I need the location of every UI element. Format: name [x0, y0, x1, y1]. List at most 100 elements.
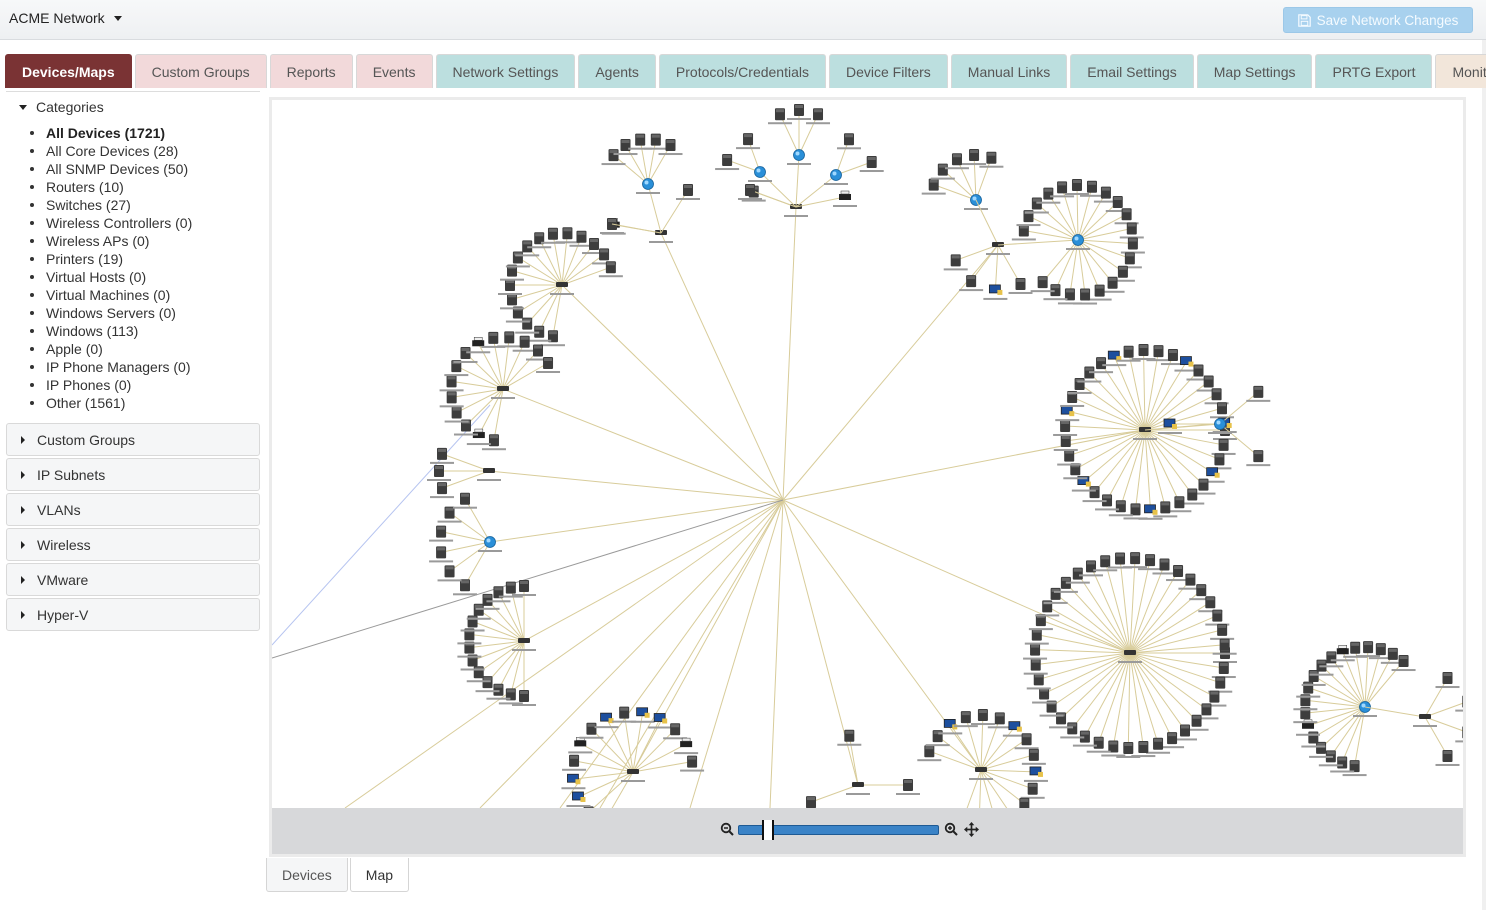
tab-monitors[interactable]: Monitors — [1435, 54, 1486, 88]
server-node-icon[interactable] — [467, 615, 478, 628]
server-node-icon[interactable] — [1027, 782, 1038, 795]
zoom-slider-handle[interactable] — [762, 820, 775, 840]
workstation-node-icon[interactable] — [1107, 350, 1122, 362]
tab-agents[interactable]: Agents — [578, 54, 656, 88]
server-node-icon[interactable] — [1191, 714, 1202, 727]
server-node-icon[interactable] — [806, 796, 817, 808]
category-item[interactable]: Apple (0) — [30, 340, 192, 358]
server-node-icon[interactable] — [1050, 587, 1061, 600]
server-node-icon[interactable] — [522, 317, 533, 330]
server-node-icon[interactable] — [1308, 731, 1319, 744]
server-node-icon[interactable] — [670, 723, 681, 736]
server-node-icon[interactable] — [434, 465, 444, 477]
server-node-icon[interactable] — [446, 375, 457, 388]
server-node-icon[interactable] — [1018, 224, 1029, 237]
server-node-icon[interactable] — [1159, 558, 1170, 571]
tab-device-filters[interactable]: Device Filters — [828, 54, 948, 88]
server-node-icon[interactable] — [437, 482, 448, 495]
panel-vmware[interactable]: VMware — [6, 563, 260, 596]
server-node-icon[interactable] — [937, 163, 948, 176]
pan-move-icon[interactable] — [964, 822, 979, 837]
server-node-icon[interactable] — [1043, 187, 1054, 200]
server-node-icon[interactable] — [451, 406, 462, 419]
category-item[interactable]: Virtual Hosts (0) — [30, 268, 192, 286]
server-node-icon[interactable] — [743, 133, 754, 146]
server-node-icon[interactable] — [1015, 277, 1026, 290]
server-node-icon[interactable] — [1198, 478, 1209, 491]
server-node-icon[interactable] — [1375, 643, 1386, 656]
server-node-icon[interactable] — [1219, 638, 1230, 651]
server-node-icon[interactable] — [562, 227, 573, 240]
server-node-icon[interactable] — [1201, 703, 1212, 716]
server-node-icon[interactable] — [1056, 712, 1067, 725]
server-node-icon[interactable] — [488, 331, 499, 344]
server-node-icon[interactable] — [969, 149, 980, 162]
server-node-icon[interactable] — [1096, 357, 1107, 370]
printer-node-icon[interactable] — [1302, 719, 1315, 729]
server-node-icon[interactable] — [1028, 748, 1039, 761]
tab-events[interactable]: Events — [355, 54, 433, 88]
server-node-icon[interactable] — [1021, 733, 1032, 746]
server-node-icon[interactable] — [547, 227, 558, 240]
server-node-icon[interactable] — [1442, 749, 1453, 762]
server-node-icon[interactable] — [605, 261, 616, 274]
server-node-icon[interactable] — [986, 151, 997, 164]
workstation-node-icon[interactable] — [1008, 721, 1022, 732]
server-node-icon[interactable] — [1115, 552, 1126, 565]
server-node-icon[interactable] — [1123, 741, 1134, 754]
panel-custom-groups[interactable]: Custom Groups — [6, 423, 260, 456]
server-node-icon[interactable] — [1218, 662, 1229, 675]
server-node-icon[interactable] — [1215, 676, 1226, 689]
server-node-icon[interactable] — [1117, 265, 1128, 278]
server-node-icon[interactable] — [505, 581, 516, 594]
server-node-icon[interactable] — [1080, 288, 1091, 301]
router-globe-icon[interactable] — [1214, 418, 1226, 430]
server-node-icon[interactable] — [444, 565, 455, 578]
server-node-icon[interactable] — [1187, 488, 1198, 501]
server-node-icon[interactable] — [1442, 672, 1453, 685]
category-item[interactable]: Wireless APs (0) — [30, 232, 192, 250]
server-node-icon[interactable] — [1094, 284, 1105, 297]
server-node-icon[interactable] — [1030, 643, 1041, 656]
server-node-icon[interactable] — [1107, 276, 1118, 289]
server-node-icon[interactable] — [1138, 741, 1149, 754]
switch-node-icon[interactable] — [627, 769, 639, 774]
panel-ip-subnets[interactable]: IP Subnets — [6, 458, 260, 491]
server-node-icon[interactable] — [504, 331, 515, 344]
server-node-icon[interactable] — [1112, 196, 1123, 209]
server-node-icon[interactable] — [1089, 486, 1100, 499]
switch-node-icon[interactable] — [518, 638, 530, 643]
server-node-icon[interactable] — [1067, 722, 1078, 735]
server-node-icon[interactable] — [493, 683, 504, 696]
server-node-icon[interactable] — [1121, 208, 1132, 221]
page-scrollbar[interactable] — [1482, 40, 1486, 910]
switch-node-icon[interactable] — [1419, 714, 1431, 719]
tab-devices-maps[interactable]: Devices/Maps — [5, 54, 132, 88]
server-node-icon[interactable] — [1100, 186, 1111, 199]
server-node-icon[interactable] — [1180, 724, 1191, 737]
categories-toggle[interactable]: Categories — [19, 99, 104, 115]
server-node-icon[interactable] — [1196, 584, 1207, 597]
server-node-icon[interactable] — [1253, 450, 1264, 463]
server-node-icon[interactable] — [683, 184, 693, 196]
workstation-node-icon[interactable] — [567, 773, 581, 785]
save-network-changes-button[interactable]: Save Network Changes — [1283, 7, 1473, 33]
workstation-node-icon[interactable] — [1060, 405, 1075, 417]
server-node-icon[interactable] — [1123, 345, 1134, 358]
server-node-icon[interactable] — [1349, 760, 1360, 773]
category-item[interactable]: All Core Devices (28) — [30, 142, 192, 160]
category-item[interactable]: Virtual Machines (0) — [30, 286, 192, 304]
server-node-icon[interactable] — [1074, 377, 1085, 390]
category-item[interactable]: Routers (10) — [30, 178, 192, 196]
zoom-out-icon[interactable] — [720, 822, 734, 836]
server-node-icon[interactable] — [1185, 573, 1196, 586]
tab-manual-links[interactable]: Manual Links — [950, 54, 1068, 88]
server-node-icon[interactable] — [1037, 276, 1048, 289]
panel-hyper-v[interactable]: Hyper-V — [6, 598, 260, 631]
server-node-icon[interactable] — [1209, 690, 1220, 703]
switch-node-icon[interactable] — [1124, 650, 1136, 655]
server-node-icon[interactable] — [1145, 554, 1156, 567]
category-item[interactable]: Switches (27) — [30, 196, 192, 214]
server-node-icon[interactable] — [482, 593, 493, 606]
server-node-icon[interactable] — [1398, 655, 1409, 668]
